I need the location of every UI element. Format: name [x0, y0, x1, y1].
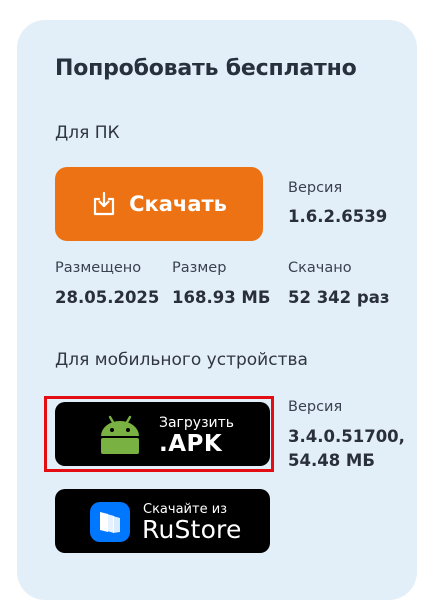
downloads-value: 52 342 раз — [288, 288, 390, 307]
rustore-big-text: RuStore — [142, 515, 242, 544]
posted-label: Размещено — [55, 260, 142, 276]
size-label: Размер — [172, 260, 227, 276]
rustore-logo-icon — [90, 502, 130, 542]
size-value: 168.93 МБ — [172, 288, 271, 307]
posted-value: 28.05.2025 — [55, 288, 160, 307]
mobile-version-value-line2: 54.48 МБ — [288, 451, 375, 470]
mobile-version-label: Версия — [288, 399, 343, 415]
trial-card: Попробовать бесплатно Для ПК Скачать Вер… — [17, 20, 417, 600]
apk-small-text: Загрузить — [159, 415, 235, 431]
card-title: Попробовать бесплатно — [55, 56, 357, 81]
mobile-section-label: Для мобильного устройства — [55, 350, 308, 370]
pc-version-label: Версия — [288, 180, 343, 196]
download-button[interactable]: Скачать — [55, 167, 263, 241]
rustore-button[interactable]: Скачайте из RuStore — [55, 489, 270, 553]
pc-section-label: Для ПК — [55, 123, 120, 143]
download-button-label: Скачать — [129, 192, 227, 216]
apk-big-text: .APK — [159, 431, 223, 457]
downloads-label: Скачано — [288, 260, 352, 276]
pc-version-value: 1.6.2.6539 — [288, 207, 388, 226]
download-apk-button[interactable]: Загрузить .APK — [55, 402, 270, 466]
android-logo-icon — [101, 415, 139, 454]
download-icon — [91, 191, 117, 217]
mobile-version-value-line1: 3.4.0.51700, — [288, 427, 405, 446]
